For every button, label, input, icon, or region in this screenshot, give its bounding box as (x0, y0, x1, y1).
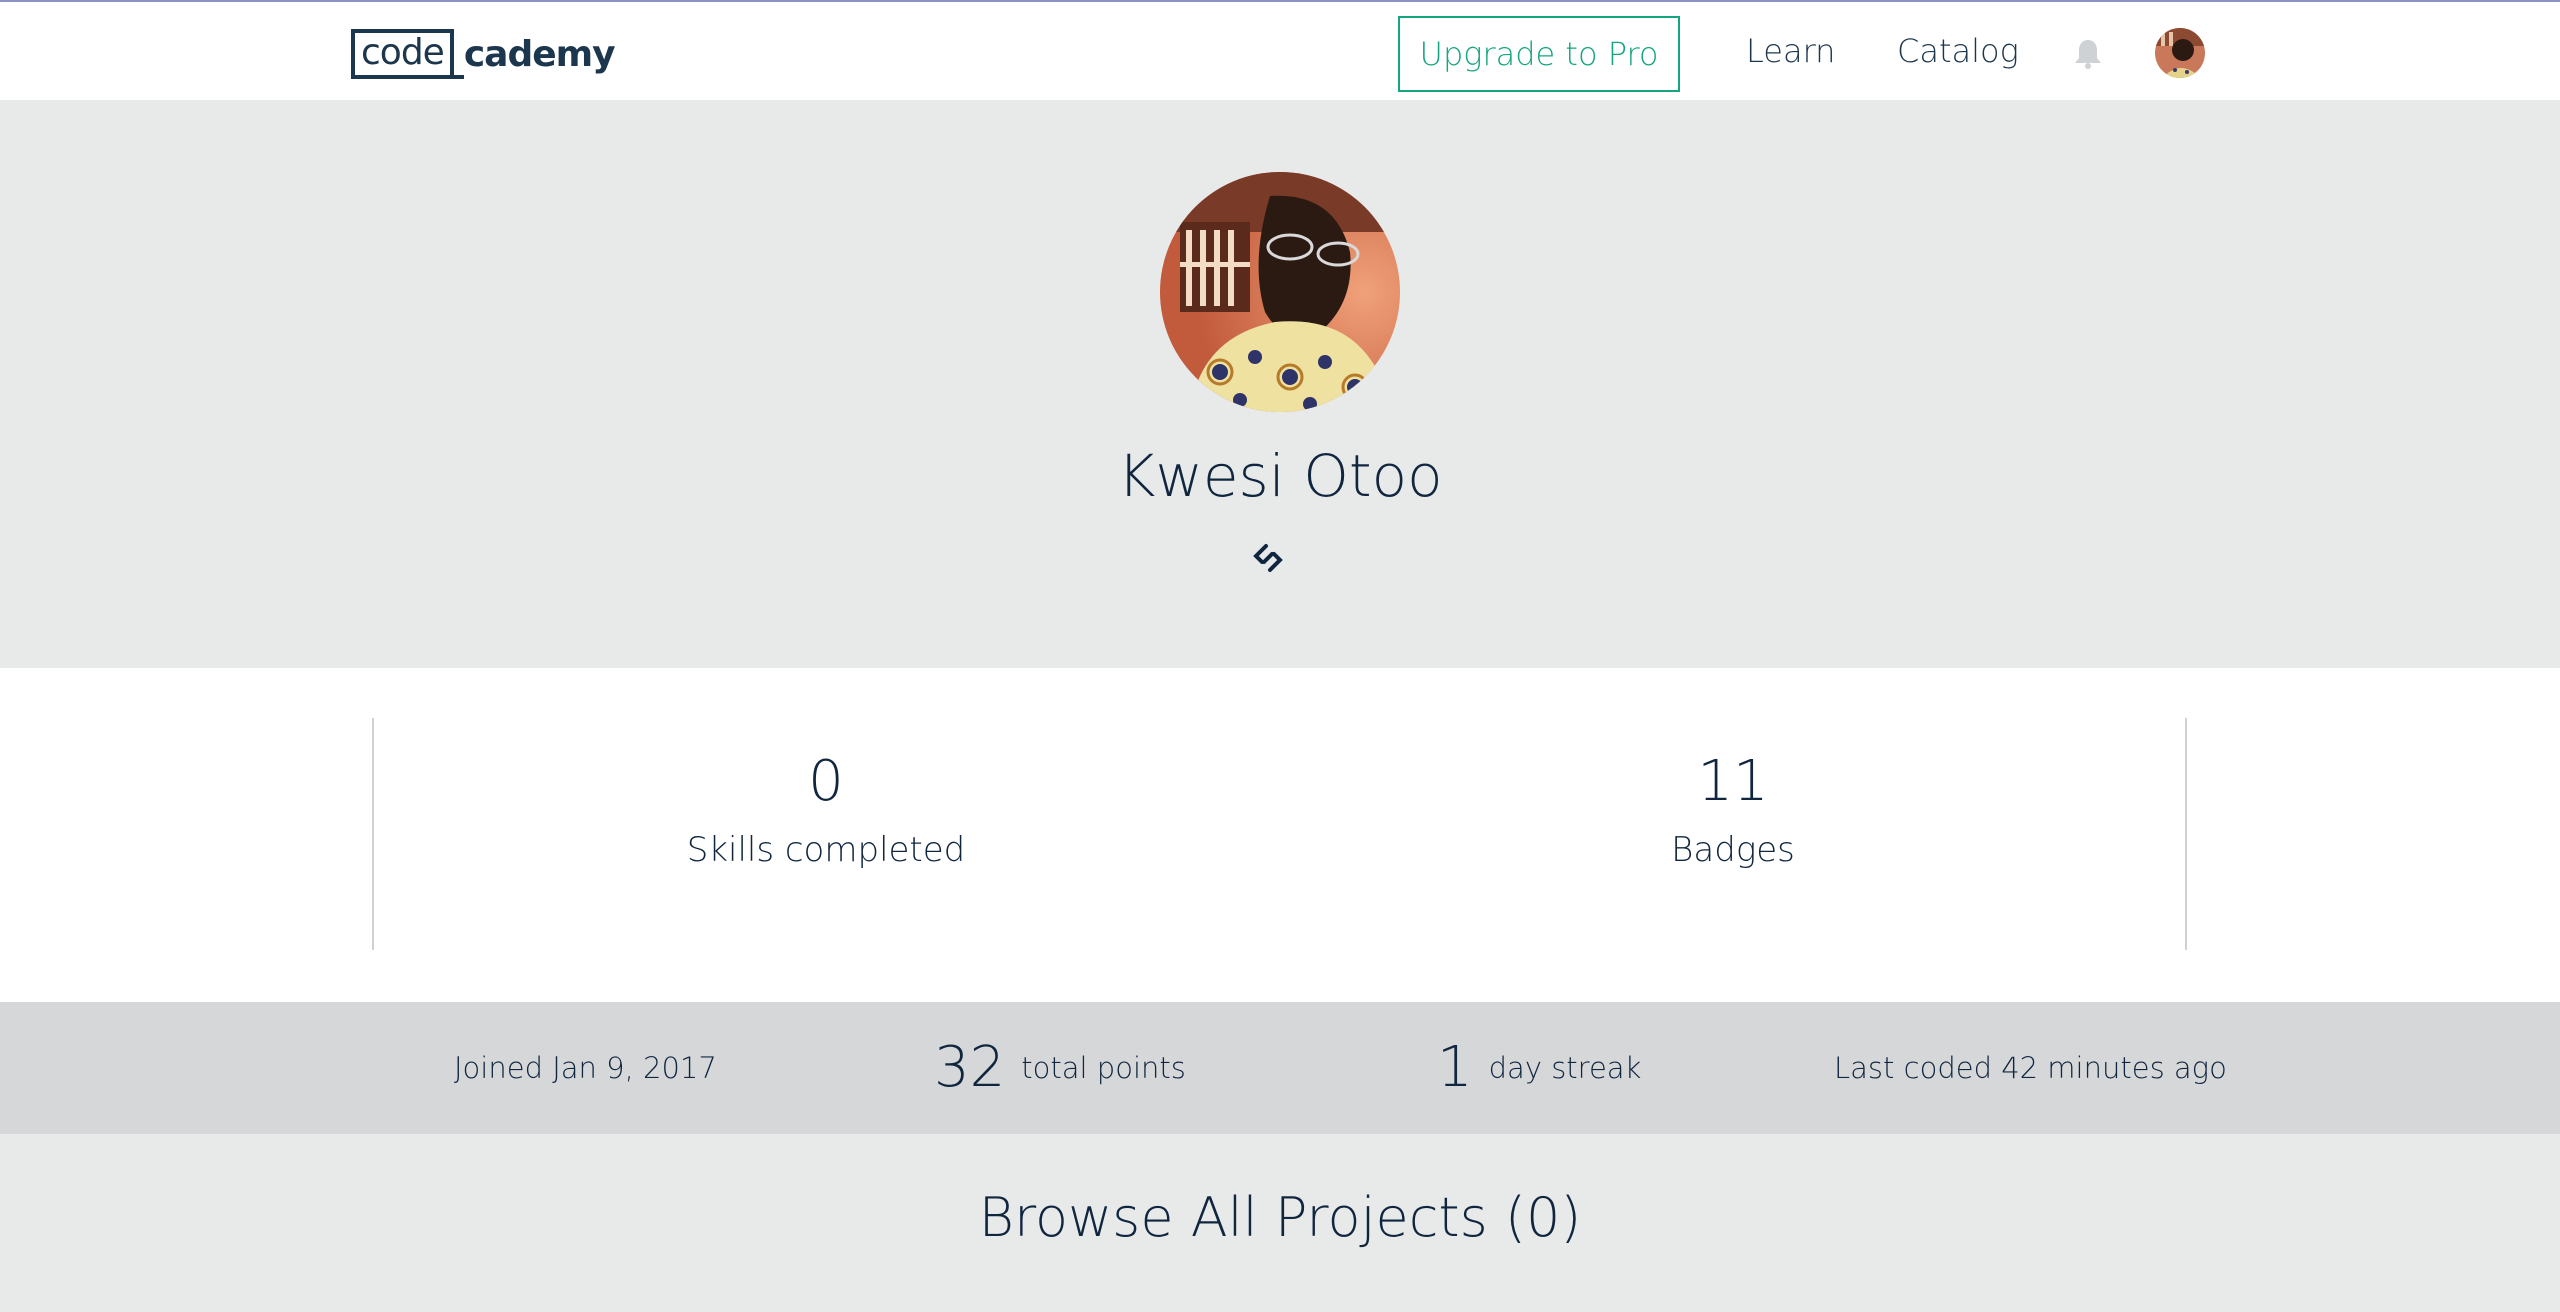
stats-divider-left (372, 718, 374, 950)
projects-section: Browse All Projects (0) (0, 1134, 2560, 1312)
joined-date: Joined Jan 9, 2017 (454, 1051, 717, 1085)
link-icon[interactable] (1248, 538, 1288, 578)
stats-divider-right (2185, 718, 2187, 950)
skills-completed-value: 0 (808, 749, 844, 814)
profile-header: Kwesi Otoo (0, 100, 2560, 668)
codecademy-logo[interactable]: code cademy (351, 26, 616, 82)
total-points-value: 32 (934, 1035, 1006, 1100)
badges-label: Badges (1671, 830, 1795, 870)
stats-panel: 0 Skills completed 11 Badges (0, 668, 2560, 1002)
total-points-label: total points (1021, 1051, 1186, 1085)
badges-value: 11 (1697, 749, 1769, 814)
nav-learn-link[interactable]: Learn (1746, 32, 1835, 70)
profile-name: Kwesi Otoo (1117, 442, 1443, 510)
skills-completed-stat: 0 Skills completed (576, 748, 1076, 870)
profile-photo-icon (1160, 172, 1400, 412)
nav-catalog-link[interactable]: Catalog (1897, 32, 2019, 70)
activity-strip: Joined Jan 9, 2017 32 total points 1 day… (0, 1002, 2560, 1134)
user-avatar-menu[interactable] (2155, 28, 2205, 78)
total-points: 32 total points (934, 1002, 1186, 1134)
upgrade-to-pro-button[interactable]: Upgrade to Pro (1398, 16, 1680, 92)
browse-all-projects-heading[interactable]: Browse All Projects (0) (0, 1186, 2560, 1249)
logo-rest-text: cademy (463, 33, 616, 75)
day-streak-label: day streak (1488, 1051, 1642, 1085)
bell-icon[interactable] (2073, 38, 2103, 70)
badges-stat[interactable]: 11 Badges (1483, 748, 1983, 870)
day-streak: 1 day streak (1437, 1002, 1641, 1134)
skills-completed-label: Skills completed (686, 830, 966, 870)
profile-avatar (1160, 172, 1400, 412)
last-coded: Last coded 42 minutes ago (1834, 1051, 2227, 1085)
avatar-photo-icon (2155, 28, 2205, 78)
logo-box-text: code (351, 29, 464, 79)
day-streak-value: 1 (1437, 1035, 1473, 1100)
top-navigation: code cademy Upgrade to Pro Learn Catalog (0, 0, 2560, 100)
